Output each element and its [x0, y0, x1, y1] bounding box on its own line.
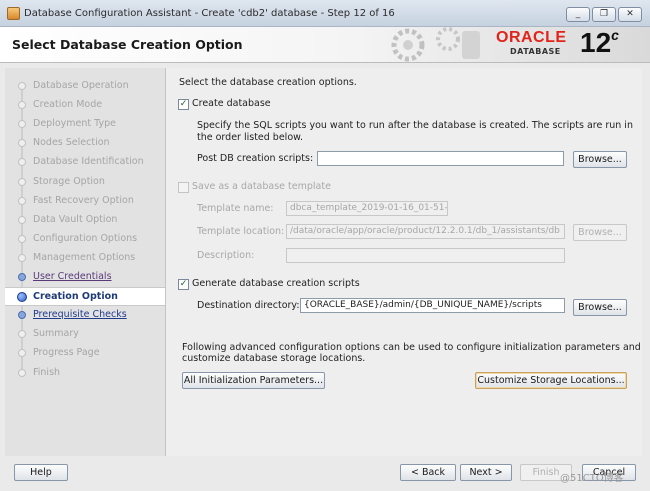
sidebar-item-nodes-selection: Nodes Selection [5, 134, 165, 153]
sidebar-item-label: Fast Recovery Option [33, 194, 134, 206]
step-indicator-icon [18, 253, 26, 262]
sidebar-item-label: User Credentials [33, 271, 112, 282]
step-indicator-icon [18, 196, 26, 205]
help-button[interactable]: Help [14, 464, 68, 481]
sidebar-item-label: Progress Page [33, 347, 100, 359]
template-name-field[interactable]: dbca_template_2019-01-16_01-51-4 [286, 201, 448, 216]
post-scripts-label: Post DB creation scripts: [197, 153, 314, 164]
save-template-checkbox[interactable] [178, 182, 189, 193]
watermark-text: @51CTO博客 [560, 473, 624, 484]
next-button[interactable]: Next > [460, 464, 512, 481]
step-indicator-icon [18, 177, 26, 186]
sidebar-item-creation-option[interactable]: Creation Option [5, 287, 165, 307]
sidebar-item-fast-recovery-option: Fast Recovery Option [5, 192, 165, 211]
page-title: Select Database Creation Option [12, 37, 243, 52]
sidebar-item-progress-page: Progress Page [5, 344, 165, 363]
sidebar-item-label: Database Operation [33, 80, 129, 91]
template-description-label: Description: [197, 250, 255, 261]
destination-directory-field[interactable]: {ORACLE_BASE}/admin/{DB_UNIQUE_NAME}/scr… [300, 298, 565, 313]
title-bar: Database Configuration Assistant - Creat… [0, 0, 650, 27]
oracle-wordmark: ORACLE [496, 29, 567, 46]
step-indicator-icon [18, 368, 26, 377]
step-indicator-icon [17, 292, 27, 303]
all-initialization-parameters-button[interactable]: All Initialization Parameters... [182, 372, 325, 389]
sidebar-item-label: Management Options [33, 251, 136, 263]
template-description-field[interactable] [286, 248, 565, 263]
sidebar-item-data-vault-option: Data Vault Option [5, 211, 165, 230]
create-database-description-line2: the order listed below. [197, 132, 304, 143]
sidebar-item-label: Summary [33, 328, 79, 340]
step-indicator-icon [18, 330, 26, 339]
template-location-field[interactable]: /data/oracle/app/oracle/product/12.2.0.1… [286, 224, 565, 239]
sidebar-item-database-identification: Database Identification [5, 153, 165, 172]
main-panel: Select the database creation options. ✓ … [166, 68, 642, 456]
step-indicator-icon [18, 215, 26, 224]
step-indicator-icon [18, 349, 26, 358]
sidebar-item-label: Creation Mode [33, 99, 103, 111]
gears-decoration-icon [391, 27, 480, 62]
advanced-options-line1: Following advanced configuration options… [182, 342, 641, 353]
sidebar-item-storage-option: Storage Option [5, 173, 165, 192]
sidebar-item-creation-mode: Creation Mode [5, 96, 165, 115]
sidebar-item-label: Configuration Options [33, 232, 138, 244]
step-indicator-icon [18, 234, 26, 243]
sidebar-item-deployment-type: Deployment Type [5, 115, 165, 134]
app-icon [7, 7, 20, 20]
create-database-checkbox[interactable]: ✓ [178, 99, 189, 110]
create-database-label[interactable]: Create database [192, 98, 271, 109]
window-title: Database Configuration Assistant - Creat… [24, 8, 395, 19]
destination-directory-label: Destination directory: [197, 300, 300, 311]
close-button[interactable]: ✕ [618, 7, 642, 22]
advanced-options-line2: customize database storage locations. [182, 353, 366, 364]
sidebar-item-management-options: Management Options [5, 249, 165, 268]
post-scripts-browse-button[interactable]: Browse... [573, 151, 627, 168]
step-indicator-icon [18, 101, 26, 110]
sidebar-item-label: Finish [33, 366, 61, 378]
oracle-database-label: DATABASE [510, 47, 561, 56]
version-suffix: c [611, 27, 619, 43]
template-location-label: Template location: [197, 226, 285, 237]
sidebar-item-label: Database Identification [33, 156, 144, 168]
generate-scripts-label[interactable]: Generate database creation scripts [192, 278, 360, 289]
restore-button[interactable]: ❐ [592, 7, 616, 22]
create-database-description-line1: Specify the SQL scripts you want to run … [197, 120, 633, 131]
step-indicator-icon [18, 120, 26, 129]
sidebar-item-label: Nodes Selection [33, 137, 110, 149]
sidebar-item-label: Creation Option [33, 291, 118, 303]
intro-text: Select the database creation options. [179, 77, 357, 88]
sidebar-item-label: Deployment Type [33, 118, 116, 130]
sidebar-item-user-credentials[interactable]: User Credentials [5, 268, 165, 287]
step-indicator-icon [18, 82, 26, 90]
generate-scripts-checkbox[interactable]: ✓ [178, 279, 189, 290]
step-indicator-icon [18, 158, 26, 167]
sidebar-item-summary: Summary [5, 325, 165, 344]
destination-browse-button[interactable]: Browse... [573, 299, 627, 316]
customize-storage-locations-button[interactable]: Customize Storage Locations... [475, 372, 627, 389]
step-indicator-icon [18, 139, 26, 148]
template-location-browse-button[interactable]: Browse... [573, 224, 627, 241]
step-navigation: Database Operation Creation Mode Deploymen… [5, 68, 166, 456]
minimize-button[interactable]: _ [566, 7, 590, 22]
step-indicator-icon [18, 273, 26, 281]
save-template-label[interactable]: Save as a database template [192, 181, 331, 192]
template-name-label: Template name: [197, 203, 274, 214]
version-logo: 12c [580, 27, 619, 59]
sidebar-item-label: Storage Option [33, 175, 105, 187]
header-banner: Select Database Creation Option ORACLE D… [0, 27, 650, 63]
back-button[interactable]: < Back [400, 464, 456, 481]
oracle-logo: ORACLE DATABASE [496, 29, 567, 56]
sidebar-item-prerequisite-checks[interactable]: Prerequisite Checks [5, 306, 165, 325]
sidebar-item-configuration-options: Configuration Options [5, 230, 165, 249]
sidebar-item-label: Prerequisite Checks [33, 309, 127, 321]
sidebar-item-database-operation: Database Operation [5, 77, 165, 96]
sidebar-item-label: Data Vault Option [33, 213, 118, 225]
version-number: 12 [580, 27, 612, 58]
sidebar-item-finish: Finish [5, 364, 165, 383]
post-scripts-field[interactable] [317, 151, 564, 166]
step-indicator-icon [18, 311, 26, 320]
